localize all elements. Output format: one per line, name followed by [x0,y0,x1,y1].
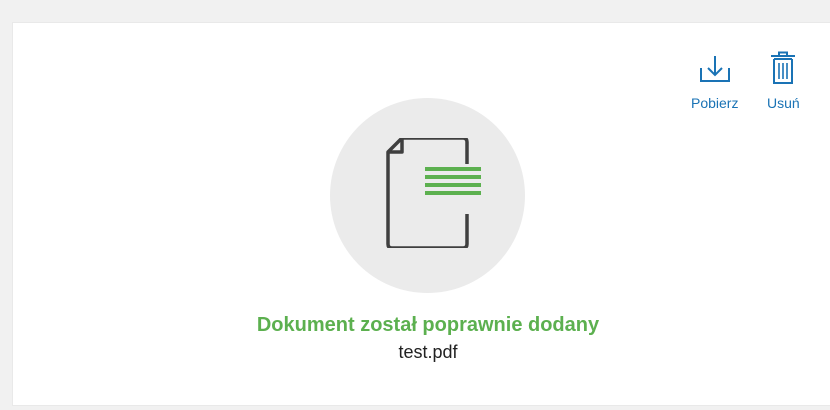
download-button[interactable]: Pobierz [691,51,738,111]
delete-label: Usuń [767,95,800,111]
download-label: Pobierz [691,95,739,111]
file-name: test.pdf [398,342,458,362]
document-preview [330,98,525,293]
delete-button[interactable]: Usuń [767,51,800,111]
upload-success-message: Dokument został poprawnie dodany [256,314,600,336]
trash-icon [771,51,796,84]
upload-result-card: Pobierz Usuń Dokument został poprawnie d… [12,22,830,406]
download-icon [699,56,730,82]
document-icon [386,138,481,248]
